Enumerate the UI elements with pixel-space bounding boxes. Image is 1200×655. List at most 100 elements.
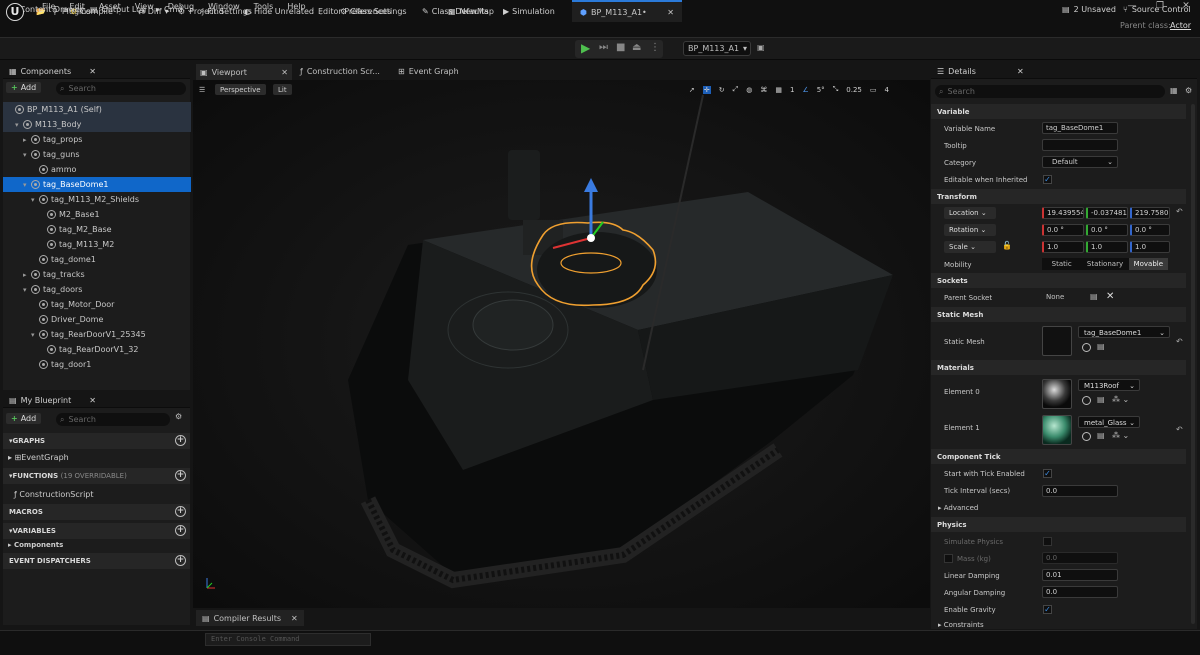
components-category[interactable]: ▸ Components xyxy=(8,541,63,549)
rotation-z[interactable]: 0.0 ° xyxy=(1130,224,1170,236)
section-materials[interactable]: Materials xyxy=(931,360,1186,375)
component-tree-item[interactable]: tag_door1 xyxy=(3,357,191,372)
component-tree-item[interactable]: Driver_Dome xyxy=(3,312,191,327)
expand-arrow-icon[interactable]: ▾ xyxy=(31,196,39,204)
component-tree-item[interactable]: ▾ M113_Body xyxy=(3,117,191,132)
step-icon[interactable]: ⏭ xyxy=(599,42,608,53)
rotation-y[interactable]: 0.0 ° xyxy=(1086,224,1128,236)
component-tree-item[interactable]: ▾ tag_guns xyxy=(3,147,191,162)
lock-icon[interactable]: 🔓 xyxy=(1002,241,1012,250)
scale-snap-icon[interactable]: ⤡ xyxy=(833,85,839,94)
location-x[interactable]: 19.439554 xyxy=(1042,207,1084,219)
material0-select[interactable]: M113Roof ⌄ xyxy=(1078,379,1140,391)
details-search-input[interactable]: ⌕ Search xyxy=(935,85,1165,98)
expand-arrow-icon[interactable]: ▾ xyxy=(23,286,31,294)
eject-icon[interactable]: ⏏ xyxy=(632,42,641,53)
mobility-movable[interactable]: Movable xyxy=(1128,258,1168,270)
section-variable[interactable]: Variable xyxy=(931,104,1186,119)
add-component-button[interactable]: + Add xyxy=(6,82,42,93)
unsaved-button[interactable]: ▤ 2 Unsaved xyxy=(1062,5,1116,14)
component-tree-item[interactable]: ▸ tag_tracks xyxy=(3,267,191,282)
tab-event-graph[interactable]: ⊞ Event Graph xyxy=(398,67,459,76)
add-variable-icon[interactable]: + xyxy=(175,525,186,536)
mobility-static[interactable]: Static xyxy=(1042,258,1081,270)
simulation-button[interactable]: ▶ Simulation xyxy=(503,4,555,18)
component-tree-item[interactable]: tag_M113_M2 xyxy=(3,237,191,252)
tooltip-field[interactable] xyxy=(1042,139,1118,151)
grid-snap-icon[interactable]: ▦ xyxy=(775,86,782,94)
angular-damping-field[interactable]: 0.0 xyxy=(1042,586,1118,598)
component-tree-item[interactable]: ▾ tag_RearDoorV1_25345 xyxy=(3,327,191,342)
expand-arrow-icon[interactable]: ▾ xyxy=(15,121,23,129)
tab-viewport[interactable]: ▣ Viewport ✕ xyxy=(196,64,292,80)
scale-x[interactable]: 1.0 xyxy=(1042,241,1084,253)
play-icon[interactable]: ▶ xyxy=(581,41,590,55)
category-select[interactable]: Default ⌄ xyxy=(1042,156,1118,168)
use-selected-icon[interactable] xyxy=(1082,432,1091,441)
component-tree-item[interactable]: tag_RearDoorV1_32 xyxy=(3,342,191,357)
component-tree-item[interactable]: BP_M113_A1 (Self) xyxy=(3,102,191,117)
editable-checkbox[interactable]: ✓ xyxy=(1043,175,1052,184)
unreal-logo-icon[interactable]: U xyxy=(6,3,24,21)
stop-icon[interactable]: ■ xyxy=(616,42,625,53)
functions-section[interactable]: ▾ FUNCTIONS (19 OVERRIDABLE) + xyxy=(3,468,190,484)
section-physics[interactable]: Physics xyxy=(931,517,1186,532)
viewport[interactable]: ☰ Perspective Lit ➚ ✛ ↻ ⤢ ◍ ⌘ ▦ 1 ∠ 5° ⤡ 0.… xyxy=(193,80,930,608)
close-panel-icon[interactable]: ✕ xyxy=(1017,67,1024,76)
component-tree-item[interactable]: ▾ tag_doors xyxy=(3,282,191,297)
mass-field[interactable]: 0.0 xyxy=(1042,552,1118,564)
static-mesh-thumbnail[interactable] xyxy=(1042,326,1072,356)
perspective-button[interactable]: Perspective xyxy=(215,84,266,95)
browse-asset-icon[interactable]: ▤ xyxy=(1097,431,1105,440)
add-function-icon[interactable]: + xyxy=(175,470,186,481)
add-macro-icon[interactable]: + xyxy=(175,506,186,517)
simulate-physics-checkbox[interactable] xyxy=(1043,537,1052,546)
scale-y[interactable]: 1.0 xyxy=(1086,241,1128,253)
event-dispatchers-section[interactable]: EVENT DISPATCHERS + xyxy=(3,553,190,569)
tick-interval-field[interactable]: 0.0 xyxy=(1042,485,1118,497)
add-graph-icon[interactable]: + xyxy=(175,435,186,446)
view-mode-button[interactable]: Lit xyxy=(273,84,292,95)
add-member-button[interactable]: + Add xyxy=(6,413,42,424)
mobility-stationary[interactable]: Stationary xyxy=(1081,258,1128,270)
reset-icon[interactable]: ↶ xyxy=(1176,425,1183,434)
expand-arrow-icon[interactable]: ▾ xyxy=(23,181,31,189)
advanced-toggle[interactable]: ▸ Advanced xyxy=(938,504,978,512)
mass-override-checkbox[interactable] xyxy=(944,554,953,563)
find-button[interactable]: ⌕ Find xyxy=(200,4,224,18)
viewport-menu-icon[interactable]: ☰ xyxy=(199,84,205,95)
section-component-tick[interactable]: Component Tick xyxy=(931,449,1186,464)
components-search-input[interactable]: ⌕ Search xyxy=(56,82,186,95)
component-tree-item[interactable]: ▸ tag_props xyxy=(3,132,191,147)
construction-script-item[interactable]: ƒ ConstructionScript xyxy=(14,490,94,499)
static-mesh-select[interactable]: tag_BaseDome1 ⌄ xyxy=(1078,326,1170,338)
component-tree-item[interactable]: tag_M2_Base xyxy=(3,222,191,237)
reset-icon[interactable]: ↶ xyxy=(1176,337,1183,346)
parent-class-link[interactable]: Actor xyxy=(1170,21,1191,30)
component-tree-item[interactable]: ammo xyxy=(3,162,191,177)
location-y[interactable]: -0.037481 xyxy=(1086,207,1128,219)
browse-socket-icon[interactable]: ▤ xyxy=(1090,292,1098,301)
material-options-icon[interactable]: ⁂ ⌄ xyxy=(1112,395,1129,404)
component-tree-item[interactable]: ▾ tag_M113_M2_Shields xyxy=(3,192,191,207)
enable-gravity-checkbox[interactable]: ✓ xyxy=(1043,605,1052,614)
event-graph-item[interactable]: ▸ ⊞EventGraph xyxy=(8,453,69,462)
variable-name-field[interactable]: tag_BaseDome1 xyxy=(1042,122,1118,134)
scale-select[interactable]: Scale ⌄ xyxy=(944,241,996,253)
material-options-icon[interactable]: ⁂ ⌄ xyxy=(1112,431,1129,440)
debug-filter-icon[interactable]: ▣ xyxy=(757,43,765,52)
section-transform[interactable]: Transform xyxy=(931,189,1186,204)
material0-thumbnail[interactable] xyxy=(1042,379,1072,409)
property-matrix-icon[interactable]: ▦ xyxy=(1170,86,1178,95)
camera-speed-icon[interactable]: ▭ xyxy=(870,86,877,94)
settings-gear-icon[interactable]: ⚙ xyxy=(1185,86,1192,95)
material1-thumbnail[interactable] xyxy=(1042,415,1072,445)
add-dispatcher-icon[interactable]: + xyxy=(175,555,186,566)
start-tick-checkbox[interactable]: ✓ xyxy=(1043,469,1052,478)
play-options-icon[interactable]: ⋮ xyxy=(650,42,660,53)
surface-snap-icon[interactable]: ⌘ xyxy=(760,86,767,94)
select-mode-icon[interactable]: ➚ xyxy=(689,86,695,94)
constraints-toggle[interactable]: ▸ Constraints xyxy=(938,621,984,629)
tab-construction-script[interactable]: ƒ Construction Scr... xyxy=(300,67,380,76)
close-panel-icon[interactable]: ✕ xyxy=(89,396,96,405)
